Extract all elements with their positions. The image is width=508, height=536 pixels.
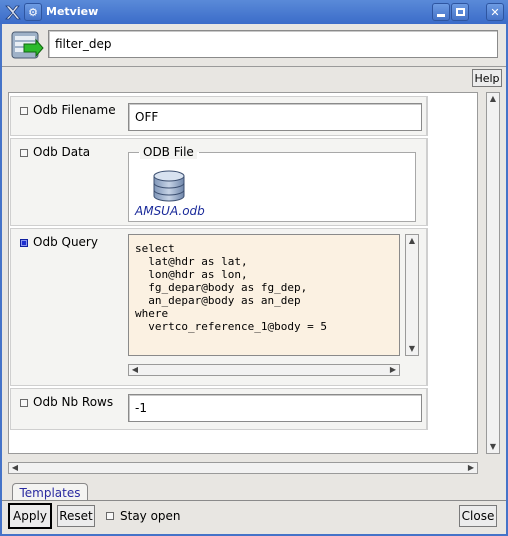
scroll-right-icon[interactable]: ▶ bbox=[466, 463, 476, 473]
query-vertical-scrollbar[interactable]: ▲ ▼ bbox=[405, 234, 419, 356]
main-vertical-scrollbar[interactable]: ▲ ▼ bbox=[486, 92, 500, 454]
minimize-icon bbox=[437, 13, 445, 17]
odb-filename-input[interactable]: OFF bbox=[128, 103, 422, 131]
window-titlebar[interactable]: ⚙ Metview ✕ bbox=[0, 0, 508, 24]
tab-divider bbox=[2, 500, 506, 501]
scroll-up-icon[interactable]: ▲ bbox=[488, 94, 498, 104]
maximize-icon bbox=[455, 8, 465, 16]
help-button[interactable]: Help bbox=[472, 69, 502, 87]
odb-filename-checkbox[interactable] bbox=[20, 107, 28, 115]
odb-filename-label: Odb Filename bbox=[33, 103, 116, 117]
scroll-left-icon[interactable]: ◀ bbox=[10, 463, 20, 473]
scroll-down-icon[interactable]: ▼ bbox=[407, 344, 417, 354]
gear-icon: ⚙ bbox=[28, 5, 38, 19]
stay-open-label: Stay open bbox=[120, 509, 181, 523]
scroll-left-icon[interactable]: ◀ bbox=[130, 365, 140, 375]
close-button[interactable]: Close bbox=[459, 505, 497, 527]
query-horizontal-scrollbar[interactable]: ◀ ▶ bbox=[128, 364, 400, 376]
header-divider bbox=[2, 66, 506, 67]
close-window-button[interactable]: ✕ bbox=[486, 3, 504, 21]
odb-file-group-label: ODB File bbox=[140, 145, 197, 159]
tab-templates[interactable]: Templates bbox=[12, 483, 88, 501]
odb-nb-rows-input[interactable]: -1 bbox=[128, 394, 422, 422]
window-menu-button[interactable]: ⚙ bbox=[24, 3, 42, 21]
odb-query-label: Odb Query bbox=[33, 235, 98, 249]
stay-open-checkbox[interactable] bbox=[106, 512, 114, 520]
scroll-right-icon[interactable]: ▶ bbox=[388, 365, 398, 375]
odb-query-editor[interactable]: select lat@hdr as lat, lon@hdr as lon, f… bbox=[128, 234, 400, 356]
odb-query-checkbox[interactable] bbox=[20, 239, 28, 247]
database-icon[interactable] bbox=[152, 170, 186, 204]
scroll-up-icon[interactable]: ▲ bbox=[407, 236, 417, 246]
window-title: Metview bbox=[46, 5, 99, 18]
odb-nb-rows-checkbox[interactable] bbox=[20, 399, 28, 407]
scroll-down-icon[interactable]: ▼ bbox=[488, 442, 498, 452]
apply-button[interactable]: Apply bbox=[8, 503, 52, 529]
main-horizontal-scrollbar[interactable]: ◀ ▶ bbox=[8, 462, 478, 474]
maximize-button[interactable] bbox=[451, 3, 469, 21]
close-icon: ✕ bbox=[490, 5, 500, 19]
reset-button[interactable]: Reset bbox=[57, 505, 95, 527]
minimize-button[interactable] bbox=[432, 3, 450, 21]
odb-file-name[interactable]: AMSUA.odb bbox=[135, 204, 205, 218]
icon-name-field[interactable]: filter_dep bbox=[48, 30, 498, 58]
odb-data-label: Odb Data bbox=[33, 145, 91, 159]
odb-nb-rows-label: Odb Nb Rows bbox=[33, 395, 114, 409]
app-logo-icon bbox=[4, 3, 22, 21]
odb-data-checkbox[interactable] bbox=[20, 149, 28, 157]
odb-filter-icon bbox=[10, 30, 44, 62]
